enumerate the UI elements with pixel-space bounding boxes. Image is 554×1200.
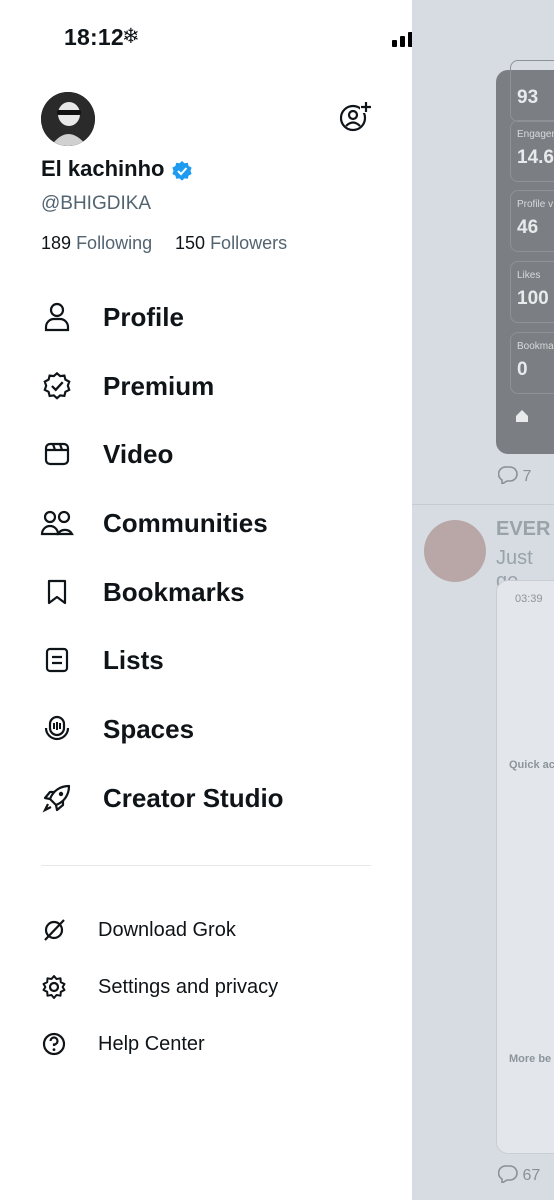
add-account-icon[interactable] bbox=[338, 100, 372, 134]
card-time: 03:39 bbox=[515, 593, 543, 605]
following-label: Following bbox=[76, 233, 153, 253]
nav-label: Bookmarks bbox=[103, 576, 245, 607]
stat-label: Engager bbox=[517, 129, 554, 140]
nav-item-spaces[interactable]: Spaces bbox=[38, 704, 378, 754]
nav-item-lists[interactable]: Lists bbox=[38, 635, 378, 685]
reply-count-value: 7 bbox=[522, 468, 532, 485]
card-more: More be bbox=[509, 1053, 552, 1065]
post-avatar[interactable] bbox=[424, 520, 486, 582]
profile-avatar[interactable] bbox=[41, 92, 95, 146]
list-icon bbox=[38, 641, 76, 679]
followers-link[interactable]: 150 Followers bbox=[175, 233, 287, 254]
card-quick-actions: Quick ac bbox=[509, 759, 554, 771]
reply-count[interactable]: 7 bbox=[497, 466, 532, 486]
stat-label: Profile v bbox=[517, 199, 554, 210]
profile-handle: @BHIGDIKA bbox=[41, 193, 152, 214]
help-icon bbox=[38, 1028, 70, 1060]
nav-item-video[interactable]: Video bbox=[38, 429, 378, 479]
person-icon bbox=[38, 298, 76, 336]
spaces-icon bbox=[38, 710, 76, 748]
reply-icon bbox=[497, 466, 518, 486]
reply-icon bbox=[497, 1165, 518, 1185]
rocket-icon bbox=[38, 779, 76, 817]
communities-icon bbox=[38, 504, 76, 542]
stat-card: 93 bbox=[510, 60, 554, 122]
nav-item-communities[interactable]: Communities bbox=[38, 498, 378, 548]
nav-label: Premium bbox=[103, 370, 215, 401]
stat-value: 0 bbox=[517, 359, 528, 380]
profile-name[interactable]: El kachinho bbox=[41, 156, 164, 182]
following-count: 189 bbox=[41, 233, 72, 253]
verified-badge-icon bbox=[172, 161, 192, 181]
nav-label: Lists bbox=[103, 644, 164, 675]
nav-label: Help Center bbox=[98, 1032, 205, 1055]
stat-card: Bookma 0 bbox=[510, 332, 554, 394]
nav-label: Settings and privacy bbox=[98, 975, 279, 998]
nav-divider bbox=[41, 865, 371, 866]
home-icon bbox=[516, 410, 528, 422]
stat-value: 46 bbox=[517, 217, 539, 238]
nav-item-profile[interactable]: Profile bbox=[38, 292, 378, 342]
nav-label: Profile bbox=[103, 301, 184, 332]
stat-value: 14.6 bbox=[517, 147, 554, 168]
reply-count[interactable]: 67 bbox=[497, 1165, 541, 1185]
nav-label: Download Grok bbox=[98, 918, 236, 941]
followers-label: Followers bbox=[210, 233, 288, 253]
nav-item-creator-studio[interactable]: Creator Studio bbox=[38, 773, 378, 823]
gear-icon bbox=[38, 971, 70, 1003]
stat-value: 100 bbox=[517, 288, 549, 309]
nav-item-help-center[interactable]: Help Center bbox=[38, 1026, 378, 1062]
nav-item-settings[interactable]: Settings and privacy bbox=[38, 969, 378, 1005]
video-icon bbox=[38, 435, 76, 473]
stat-card: Engager 14.6 bbox=[510, 120, 554, 182]
followers-count: 150 bbox=[175, 233, 206, 253]
stat-card: Likes 100 bbox=[510, 261, 554, 323]
nav-label: Communities bbox=[103, 507, 268, 538]
nav-item-download-grok[interactable]: Download Grok bbox=[38, 912, 378, 948]
nav-label: Video bbox=[103, 438, 174, 469]
reply-count-value: 67 bbox=[522, 1167, 541, 1184]
stat-label: Likes bbox=[517, 270, 541, 281]
stat-card: Profile v 46 bbox=[510, 190, 554, 252]
post-media-card[interactable]: 03:39 Quick ac More be bbox=[496, 580, 554, 1154]
bookmark-icon bbox=[38, 573, 76, 611]
following-link[interactable]: 189 Following bbox=[41, 233, 152, 254]
post-author-name: EVER bbox=[496, 518, 551, 540]
nav-item-premium[interactable]: Premium bbox=[38, 361, 378, 411]
feed-background: 93 Engager 14.6 Profile v 46 Likes 100 B… bbox=[412, 0, 554, 1200]
stat-value: 93 bbox=[517, 87, 539, 108]
stat-label: Bookma bbox=[517, 341, 554, 352]
premium-badge-icon bbox=[38, 367, 76, 405]
status-time: 18:12 bbox=[64, 24, 124, 50]
nav-label: Creator Studio bbox=[103, 782, 284, 813]
nav-item-bookmarks[interactable]: Bookmarks bbox=[38, 567, 378, 617]
snowflake-icon: ❄ bbox=[122, 25, 140, 48]
nav-label: Spaces bbox=[103, 713, 195, 744]
feed-divider bbox=[412, 504, 554, 505]
grok-icon bbox=[38, 914, 70, 946]
